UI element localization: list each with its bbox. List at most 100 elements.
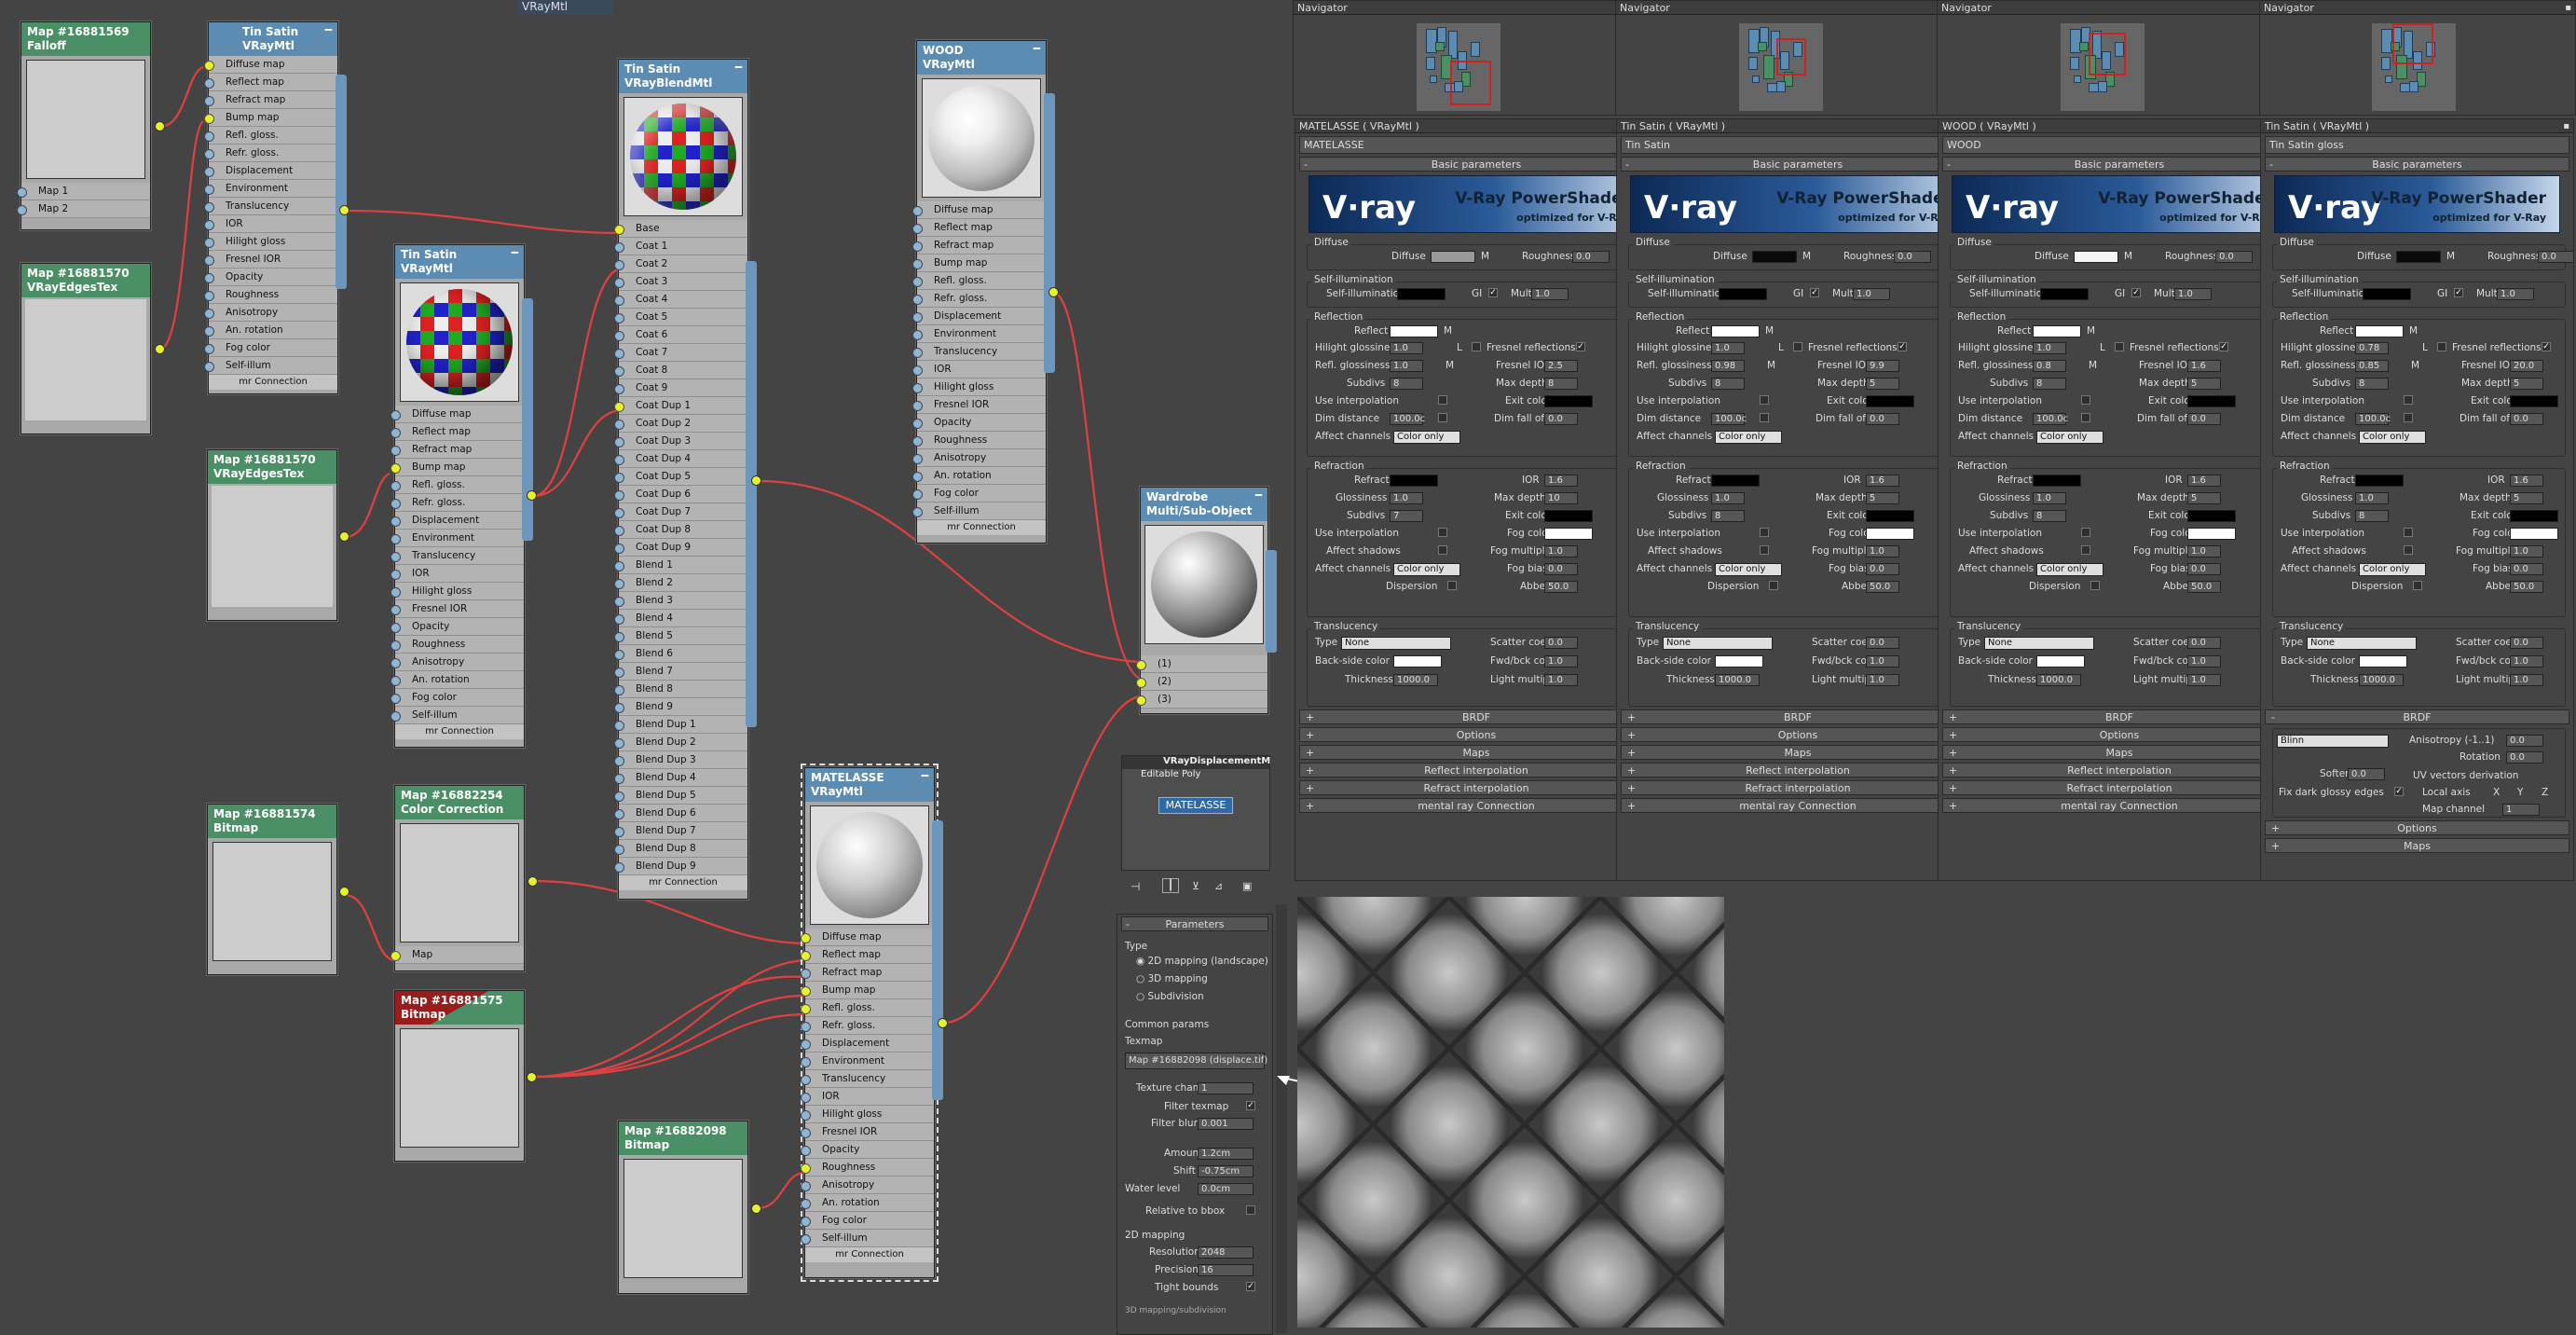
expand-icon[interactable]: +: [1306, 764, 1314, 778]
slot-diffuse-map[interactable]: Diffuse map: [801, 929, 934, 946]
slot-self-illum[interactable]: Self-illum: [391, 707, 524, 724]
slot-reflect-map[interactable]: Reflect map: [391, 423, 524, 441]
navigator-map[interactable]: [1739, 23, 1823, 111]
refr-exit-color-swatch[interactable]: [2187, 510, 2236, 522]
slot-blend-dup-6[interactable]: Blend Dup 6: [614, 805, 747, 822]
affect-shadows-checkbox[interactable]: [1438, 545, 1447, 555]
options-rollout[interactable]: + Options: [1621, 727, 1975, 742]
fog-multiplier-spinner[interactable]: 1.0: [2187, 545, 2221, 557]
affect-shadows-checkbox[interactable]: [1760, 545, 1769, 555]
slot-map[interactable]: Map: [391, 946, 524, 964]
refl-glossiness-spinner[interactable]: 0.85: [2355, 360, 2389, 372]
ior-spinner[interactable]: 1.6: [2510, 475, 2543, 487]
radio-3d-mapping[interactable]: ○ 3D mapping: [1136, 973, 1208, 984]
slot-blend-dup-7[interactable]: Blend Dup 7: [614, 822, 747, 840]
scatter-coeff-spinner[interactable]: 0.0: [1866, 637, 1899, 649]
scatter-coeff-spinner[interactable]: 0.0: [2510, 637, 2543, 649]
fog-multiplier-spinner[interactable]: 1.0: [2510, 545, 2543, 557]
slot-refract-map[interactable]: Refract map: [204, 91, 337, 109]
slot-reflect-map[interactable]: Reflect map: [204, 74, 337, 91]
expand-icon[interactable]: +: [1306, 710, 1314, 724]
node-header[interactable]: Map #16881574 Bitmap: [208, 805, 336, 838]
slot-map-2[interactable]: Map 2: [17, 200, 150, 218]
self-illum-swatch[interactable]: [1719, 288, 1767, 300]
max-depth-spinner[interactable]: 5: [1866, 378, 1899, 390]
slot-fog-color[interactable]: Fog color: [801, 1212, 934, 1230]
nav-view-frame[interactable]: [1450, 61, 1491, 105]
mult-spinner[interactable]: 1.0: [2174, 288, 2212, 300]
amount-spinner[interactable]: 1.2cm: [1198, 1148, 1254, 1160]
slot-coat-1[interactable]: Coat 1: [614, 238, 747, 255]
nav-view-frame[interactable]: [1776, 38, 1806, 76]
reflect-color-swatch[interactable]: [2355, 325, 2404, 337]
abbe-spinner[interactable]: 50.0: [2187, 581, 2221, 593]
slot-translucency[interactable]: Translucency: [912, 343, 1046, 361]
slot-blend-2[interactable]: Blend 2: [614, 574, 747, 592]
slot-coat-dup-9[interactable]: Coat Dup 9: [614, 539, 747, 557]
close-icon[interactable]: ▪: [2563, 119, 2569, 133]
texture-chan-spinner[interactable]: 1: [1198, 1082, 1254, 1094]
refr-affect-channels-dropdown[interactable]: Color only: [2036, 563, 2103, 576]
slot-roughness[interactable]: Roughness: [912, 432, 1046, 449]
mental-rollout[interactable]: + mental ray Connection: [1942, 798, 2296, 813]
stack-icon[interactable]: ┃: [1162, 878, 1179, 893]
output-socket[interactable]: [339, 887, 349, 897]
options-rollout[interactable]: + Options: [2265, 820, 2569, 835]
scatter-coeff-spinner[interactable]: 0.0: [2187, 637, 2221, 649]
edges-tex-node-1[interactable]: Map #16881570 VRayEdgesTex: [21, 263, 151, 434]
slot-coat-6[interactable]: Coat 6: [614, 326, 747, 344]
fresnel-checkbox[interactable]: ✓: [1576, 342, 1585, 351]
slot-environment[interactable]: Environment: [391, 530, 524, 547]
rotation-spinner[interactable]: 0.0: [2506, 751, 2543, 764]
slot-refl-gloss-[interactable]: Refl. gloss.: [391, 476, 524, 494]
params-scrollbar[interactable]: [1276, 904, 1287, 1333]
roughness-spinner[interactable]: 0.0: [2215, 251, 2253, 263]
mental-rollout[interactable]: + mental ray Connection: [1621, 798, 1975, 813]
navigator-panel-1[interactable]: Navigator▪: [1293, 0, 1658, 116]
resolution-spinner[interactable]: 2048: [1198, 1246, 1254, 1259]
maps-rollout[interactable]: + Maps: [1299, 745, 1653, 760]
slot-blend-6[interactable]: Blend 6: [614, 645, 747, 663]
slot-blend-dup-4[interactable]: Blend Dup 4: [614, 769, 747, 787]
slot-hilight-gloss[interactable]: Hilight gloss: [912, 378, 1046, 396]
dispersion-checkbox[interactable]: [1447, 581, 1457, 590]
wood-vraymtl-node[interactable]: WOOD VRayMtl ━ Diffuse map Reflect map Refra…: [912, 40, 1047, 544]
minimize-icon[interactable]: ━: [1034, 42, 1040, 56]
expand-icon[interactable]: +: [1306, 781, 1314, 795]
abbe-spinner[interactable]: 50.0: [1544, 581, 1578, 593]
slot-refract-map[interactable]: Refract map: [801, 964, 934, 982]
slot-blend-dup-2[interactable]: Blend Dup 2: [614, 734, 747, 751]
slot-blend-dup-1[interactable]: Blend Dup 1: [614, 716, 747, 734]
material-name-field[interactable]: WOOD: [1942, 136, 2296, 154]
slot-3[interactable]: (3): [1136, 691, 1267, 709]
slot-an-rotation[interactable]: An. rotation: [801, 1194, 934, 1212]
slot-bump-map[interactable]: Bump map: [912, 255, 1046, 272]
back-side-color-swatch[interactable]: [2359, 655, 2407, 668]
material-name-field[interactable]: Tin Satin: [1621, 136, 1975, 154]
map-channel-spinner[interactable]: 1: [2502, 804, 2540, 816]
thickness-spinner[interactable]: 1000.0: [2036, 674, 2081, 686]
slot-fresnel-ior[interactable]: Fresnel IOR: [391, 600, 524, 618]
slot-refr-gloss-[interactable]: Refr. gloss.: [391, 494, 524, 512]
minimize-icon[interactable]: ━: [735, 61, 742, 75]
slot-coat-dup-4[interactable]: Coat Dup 4: [614, 450, 747, 468]
brdf-type-dropdown[interactable]: Blinn: [2277, 735, 2389, 748]
slot-roughness[interactable]: Roughness: [391, 636, 524, 654]
slot-coat-4[interactable]: Coat 4: [614, 291, 747, 309]
refr-affect-channels-dropdown[interactable]: Color only: [1393, 563, 1460, 576]
unique-icon[interactable]: ⊿: [1214, 880, 1223, 892]
subdivs-spinner[interactable]: 8: [2033, 378, 2066, 390]
slot-blend-5[interactable]: Blend 5: [614, 627, 747, 645]
refr-exit-color-swatch[interactable]: [1544, 510, 1593, 522]
slot-opacity[interactable]: Opacity: [391, 618, 524, 636]
slot-coat-8[interactable]: Coat 8: [614, 362, 747, 379]
reflect-color-swatch[interactable]: [1711, 325, 1760, 337]
slot-anisotropy[interactable]: Anisotropy: [204, 304, 337, 322]
dim-falloff-spinner[interactable]: 0.0: [2510, 413, 2543, 425]
slot-environment[interactable]: Environment: [204, 180, 337, 198]
bitmap-node-2[interactable]: Map #16881575 Bitmap: [394, 990, 525, 1162]
minimize-icon[interactable]: ━: [325, 23, 332, 37]
slot-refr-gloss-[interactable]: Refr. gloss.: [204, 145, 337, 162]
slot-environment[interactable]: Environment: [912, 325, 1046, 343]
node-footer[interactable]: mr Connection: [805, 1247, 934, 1262]
